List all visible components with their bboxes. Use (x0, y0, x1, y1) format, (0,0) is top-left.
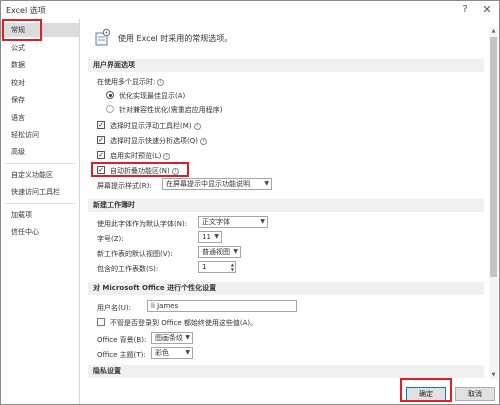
section-personalize: 对 Microsoft Office 进行个性化设置 (88, 282, 484, 295)
checkbox-live-preview[interactable]: ✓ (97, 151, 105, 159)
sidebar-item-save[interactable]: 保存 (1, 93, 79, 107)
default-font-value: 正文字体 (202, 218, 230, 226)
font-size-value: 11 (202, 233, 211, 241)
page-intro: 使用 Excel 时采用的常规选项。 (118, 34, 233, 43)
office-theme-value: 彩色 (155, 349, 169, 357)
font-size-label: 字号(Z): (97, 235, 124, 243)
screentip-style-label: 屏幕提示样式(R): (97, 182, 152, 190)
chevron-down-icon: ▼ (260, 218, 265, 225)
mini-toolbar-text: 选择时显示浮动工具栏(M) (110, 122, 192, 130)
sheet-count-value: 1 (202, 263, 207, 271)
multi-display-text: 在使用多个显示时: (97, 78, 156, 86)
quick-analysis-text: 选择时显示快速分析选项(Q) (110, 137, 198, 145)
radio-compatibility-label: 针对兼容性优化(需重启应用程序) (119, 106, 223, 114)
sidebar-item-data[interactable]: 数据 (1, 58, 79, 72)
section-new-workbook: 新建工作簿时 (88, 199, 484, 212)
default-font-select[interactable]: 正文字体 ▼ (198, 216, 268, 228)
office-background-label: Office 背景(B): (97, 336, 147, 344)
info-icon: i (163, 153, 171, 160)
checkbox-mini-toolbar[interactable]: ✓ (97, 121, 105, 129)
font-size-select[interactable]: 11 ▼ (198, 231, 222, 243)
scroll-down-icon[interactable]: ▼ (489, 372, 498, 378)
checkbox-mini-toolbar-label: 选择时显示浮动工具栏(M) i (110, 121, 201, 131)
office-theme-label: Office 主题(T): (97, 351, 146, 359)
checkbox-always-use-values-label: 不管是否登录到 Office 都始终使用这些值(A)。 (110, 319, 258, 327)
sheet-count-stepper[interactable]: 1 ▲ ▼ (198, 261, 236, 273)
radio-compatibility[interactable] (106, 105, 114, 113)
scroll-up-icon[interactable]: ▲ (489, 28, 498, 34)
live-preview-text: 启用实时预览(L) (110, 152, 162, 160)
help-icon[interactable]: ? (458, 3, 472, 17)
section-ui-options: 用户界面选项 (88, 59, 484, 72)
checkbox-always-use-values[interactable] (97, 318, 105, 326)
checkbox-live-preview-label: 启用实时预览(L) i (110, 151, 171, 161)
cancel-button[interactable]: 取消 (455, 387, 495, 401)
info-icon: i (199, 138, 207, 145)
office-theme-select[interactable]: 彩色 ▼ (151, 347, 193, 359)
sidebar-item-customize-ribbon[interactable]: 自定义功能区 (1, 168, 79, 182)
spinner-arrows-icon[interactable]: ▲ ▼ (231, 262, 234, 272)
radio-optimize-label: 优化实现最佳显示(A) (119, 92, 186, 100)
checkbox-quick-analysis[interactable]: ✓ (97, 136, 105, 144)
multi-display-label: 在使用多个显示时: i (97, 77, 165, 87)
default-view-select[interactable]: 普通视图 ▼ (198, 246, 241, 258)
highlight-ok-button (400, 378, 452, 402)
sidebar-item-trust-center[interactable]: 信任中心 (1, 225, 79, 239)
chevron-down-icon: ▼ (233, 248, 238, 255)
screentip-style-select[interactable]: 在屏幕提示中显示功能说明 ▼ (162, 178, 272, 190)
info-icon: i (193, 123, 201, 130)
options-sidebar: 常规 公式 数据 校对 保存 语言 轻松访问 高级 自定义功能区 快速访问工具栏… (1, 19, 80, 404)
default-view-label: 新工作表的默认视图(V): (97, 250, 173, 258)
general-options-panel: 使用 Excel 时采用的常规选项。 用户界面选项 在使用多个显示时: i 优化实… (81, 19, 491, 379)
info-icon: i (157, 79, 165, 86)
vertical-scrollbar[interactable]: ▲ ▼ (489, 27, 498, 379)
scrollbar-thumb[interactable] (490, 37, 497, 277)
sidebar-item-formulas[interactable]: 公式 (1, 41, 79, 55)
sidebar-item-accessibility[interactable]: 轻松访问 (1, 128, 79, 142)
title-bar: Excel 选项 ? ✕ (1, 1, 499, 19)
excel-options-dialog: Excel 选项 ? ✕ 常规 公式 数据 校对 保存 语言 轻松访问 高级 自… (0, 0, 500, 405)
chevron-down-icon: ▼ (214, 233, 219, 240)
highlight-general-tab (2, 19, 42, 41)
sidebar-item-add-ins[interactable]: 加载项 (1, 208, 79, 222)
default-font-label: 使用此字体作为默认字体(N): (97, 220, 188, 228)
checkbox-quick-analysis-label: 选择时显示快速分析选项(Q) i (110, 136, 207, 146)
options-gear-icon (95, 28, 111, 46)
chevron-down-icon: ▼ (185, 334, 190, 341)
chevron-down-icon: ▼ (185, 349, 190, 356)
office-background-select[interactable]: 图画条纹 ▼ (151, 332, 193, 344)
office-background-value: 图画条纹 (155, 334, 183, 342)
chevron-down-icon: ▼ (264, 180, 269, 187)
username-input[interactable]: li James (147, 300, 297, 312)
sidebar-item-advanced[interactable]: 高级 (1, 145, 79, 159)
window-title: Excel 选项 (6, 6, 46, 15)
username-label: 用户名(U): (97, 304, 131, 312)
radio-optimize-display[interactable] (106, 91, 114, 99)
screentip-style-value: 在屏幕提示中显示功能说明 (166, 180, 250, 188)
sidebar-item-proofing[interactable]: 校对 (1, 76, 79, 90)
sheet-count-label: 包含的工作表数(S): (97, 265, 159, 273)
close-icon[interactable]: ✕ (480, 3, 494, 17)
sidebar-item-language[interactable]: 语言 (1, 111, 79, 125)
default-view-value: 普通视图 (202, 248, 230, 256)
sidebar-divider (5, 203, 75, 204)
sidebar-item-quick-access-toolbar[interactable]: 快速访问工具栏 (1, 185, 79, 199)
sidebar-divider (5, 163, 75, 164)
highlight-collapse-ribbon (91, 162, 189, 177)
section-privacy: 隐私设置 (88, 365, 484, 378)
